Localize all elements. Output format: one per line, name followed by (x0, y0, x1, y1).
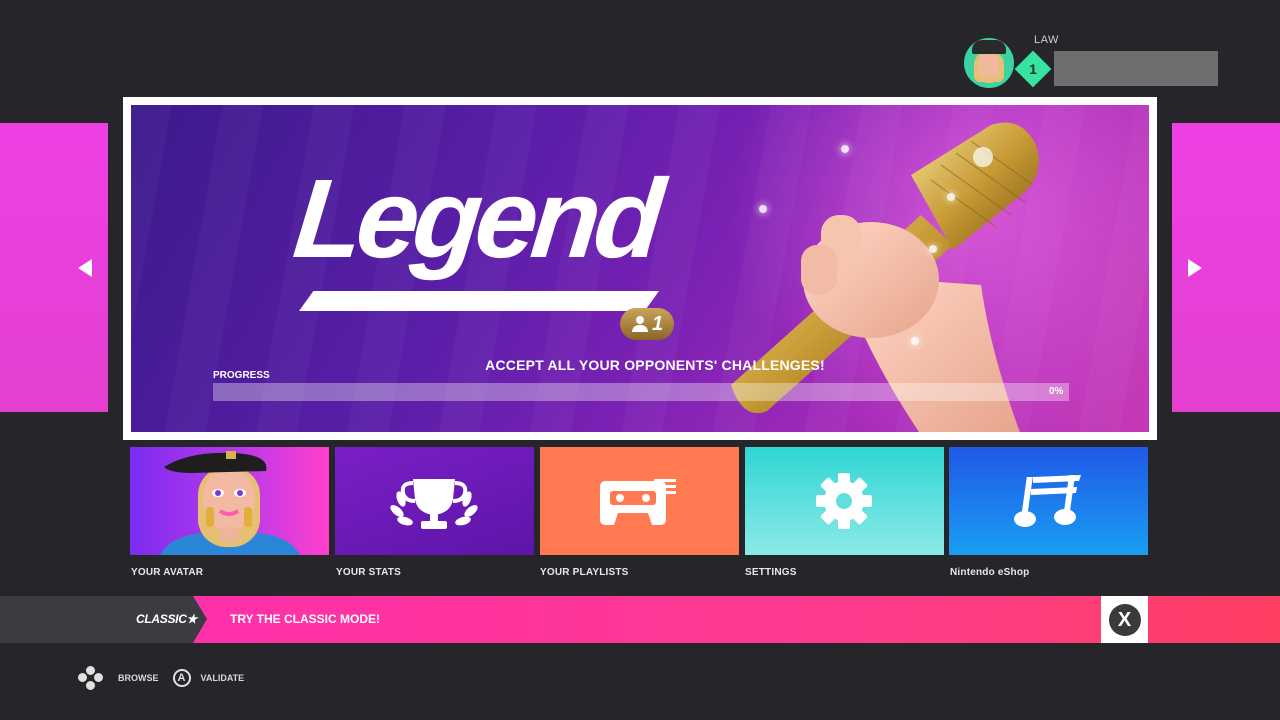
trophy-icon (390, 479, 478, 529)
tile-your-playlists[interactable] (540, 447, 739, 555)
sparkle (759, 205, 767, 213)
arrow-left-icon (78, 259, 92, 277)
hint-browse: BROWSE (118, 673, 159, 683)
tile-label: YOUR PLAYLISTS (540, 567, 629, 578)
music-note-icon (1014, 475, 1081, 527)
carousel-next[interactable] (1172, 123, 1280, 412)
close-icon: X (1108, 603, 1141, 636)
arrow-right-icon (1188, 259, 1202, 277)
hint-validate: VALIDATE (200, 673, 245, 683)
sparkle (947, 193, 955, 201)
classic-mode-bar[interactable]: CLASSIC★ TRY THE CLASSIC MODE! X (0, 596, 1280, 643)
tile-label: YOUR STATS (336, 567, 401, 578)
progress-label: PROGRESS (213, 370, 270, 381)
close-button[interactable]: X (1101, 596, 1148, 643)
challenge-text: ACCEPT ALL YOUR OPPONENTS' CHALLENGES! (485, 357, 825, 373)
banner-title: Legend (288, 156, 664, 281)
tile-your-stats[interactable] (335, 447, 534, 555)
sparkle (929, 245, 937, 253)
title-underline (299, 291, 659, 311)
player-count: 1 (651, 312, 664, 335)
player-count-badge: 1 (620, 308, 674, 340)
avatar-portrait-icon (160, 451, 300, 555)
cassette-playlist-icon (600, 479, 676, 525)
person-icon (631, 316, 649, 332)
legend-banner[interactable]: Legend 1 ACCEPT ALL YOUR OPPONENTS' CHAL… (123, 97, 1157, 440)
player-name-bar (1054, 51, 1218, 86)
player-level: 1 (1029, 61, 1037, 77)
player-profile[interactable]: LAW 1 (964, 34, 1220, 90)
player-name: LAW (1034, 34, 1059, 46)
tile-label: YOUR AVATAR (131, 567, 204, 578)
sparkle (911, 337, 919, 345)
tile-label: SETTINGS (745, 567, 797, 578)
carousel-previous[interactable] (0, 123, 108, 412)
progress-bar (213, 383, 1069, 401)
progress-percent: 0% (1049, 386, 1064, 397)
gear-icon (816, 473, 872, 529)
player-avatar (964, 38, 1014, 88)
dpad-icon (78, 666, 103, 690)
sparkle (841, 145, 849, 153)
tile-settings[interactable] (745, 447, 944, 555)
tile-label: Nintendo eShop (950, 567, 1030, 578)
tile-nintendo-eshop[interactable] (949, 447, 1148, 555)
classic-tag-text: CLASSIC★ (136, 612, 198, 626)
classic-message: TRY THE CLASSIC MODE! (230, 612, 381, 626)
tile-your-avatar[interactable] (130, 447, 329, 555)
control-hints: BROWSE A VALIDATE (78, 666, 258, 690)
a-button-icon: A (172, 669, 191, 687)
